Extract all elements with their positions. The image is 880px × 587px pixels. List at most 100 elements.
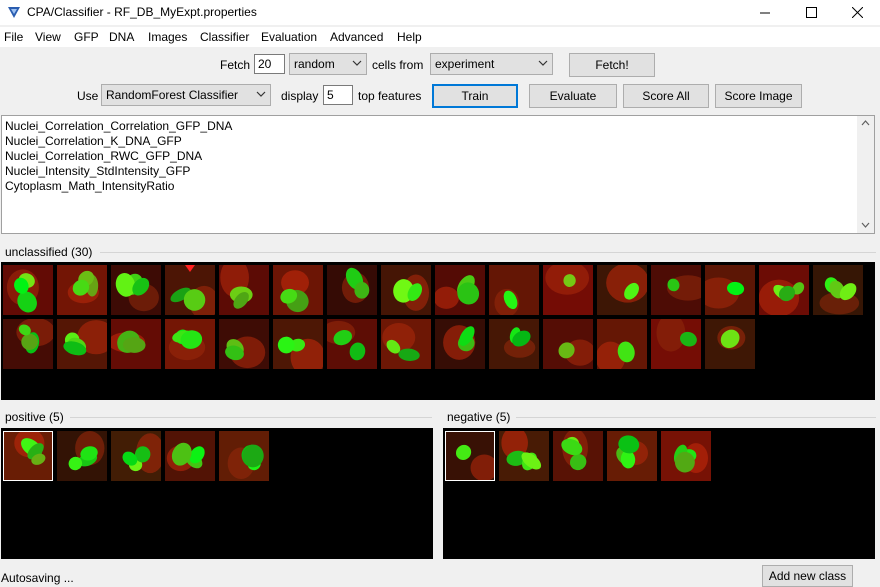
dropdown-arrow-icon: [256, 91, 266, 97]
unclassified-bin-label: unclassified (30): [5, 245, 93, 259]
minimize-button[interactable]: [742, 0, 788, 25]
cell-image: [219, 265, 269, 315]
cell-thumbnail[interactable]: [165, 265, 215, 315]
feature-item: Nuclei_Correlation_Correlation_GFP_DNA: [5, 119, 233, 133]
menu-dna[interactable]: DNA: [109, 30, 134, 44]
top-features-list[interactable]: Nuclei_Correlation_Correlation_GFP_DNA N…: [1, 115, 875, 234]
fetch-button[interactable]: Fetch!: [569, 53, 655, 77]
feature-item: Cytoplasm_Math_IntensityRatio: [5, 179, 175, 193]
cell-image: [499, 431, 549, 481]
menu-advanced[interactable]: Advanced: [330, 30, 383, 44]
cell-thumbnail[interactable]: [381, 265, 431, 315]
negative-bin[interactable]: [443, 428, 875, 559]
fetch-source-value: experiment: [435, 57, 495, 71]
cell-thumbnail[interactable]: [327, 319, 377, 369]
feature-item: Nuclei_Correlation_K_DNA_GFP: [5, 134, 182, 148]
cell-image: [165, 265, 215, 315]
menu-classifier[interactable]: Classifier: [200, 30, 249, 44]
cell-thumbnail[interactable]: [3, 431, 53, 481]
classifier-type-select[interactable]: RandomForest Classifier: [101, 84, 271, 106]
features-scrollbar[interactable]: [857, 116, 874, 233]
train-button[interactable]: Train: [432, 84, 518, 108]
cell-image: [111, 319, 161, 369]
menu-view[interactable]: View: [35, 30, 61, 44]
cell-image: [57, 265, 107, 315]
dropdown-arrow-icon: [538, 60, 548, 66]
cell-image: [3, 431, 53, 481]
cell-thumbnail[interactable]: [435, 265, 485, 315]
cell-thumbnail[interactable]: [219, 319, 269, 369]
cell-thumbnail[interactable]: [489, 265, 539, 315]
unclassified-bin[interactable]: [1, 262, 875, 400]
menu-help[interactable]: Help: [397, 30, 422, 44]
cell-thumbnail[interactable]: [705, 319, 755, 369]
cell-thumbnail[interactable]: [705, 265, 755, 315]
evaluate-button[interactable]: Evaluate: [529, 84, 617, 108]
top-features-label: top features: [358, 89, 422, 103]
cells-from-label: cells from: [372, 58, 424, 72]
cell-thumbnail[interactable]: [327, 265, 377, 315]
cell-image: [759, 265, 809, 315]
fetch-method-value: random: [294, 57, 335, 71]
maximize-icon: [805, 7, 817, 18]
cell-thumbnail[interactable]: [273, 265, 323, 315]
cell-image: [111, 265, 161, 315]
cell-thumbnail[interactable]: [165, 319, 215, 369]
cell-thumbnail[interactable]: [813, 265, 863, 315]
cell-thumbnail[interactable]: [57, 319, 107, 369]
score-all-button[interactable]: Score All: [623, 84, 709, 108]
cell-thumbnail[interactable]: [57, 431, 107, 481]
cell-thumbnail[interactable]: [111, 319, 161, 369]
cell-thumbnail[interactable]: [489, 319, 539, 369]
menu-file[interactable]: File: [4, 30, 23, 44]
cell-thumbnail[interactable]: [435, 319, 485, 369]
cell-image: [813, 265, 863, 315]
cell-thumbnail[interactable]: [111, 431, 161, 481]
cell-thumbnail[interactable]: [3, 265, 53, 315]
cell-thumbnail[interactable]: [597, 319, 647, 369]
cell-thumbnail[interactable]: [543, 265, 593, 315]
cell-thumbnail[interactable]: [661, 431, 711, 481]
positive-bin[interactable]: [1, 428, 433, 559]
menu-images[interactable]: Images: [148, 30, 187, 44]
cell-thumbnail[interactable]: [111, 265, 161, 315]
cell-thumbnail[interactable]: [759, 265, 809, 315]
cell-thumbnail[interactable]: [553, 431, 603, 481]
fetch-label: Fetch: [220, 58, 251, 72]
cell-thumbnail[interactable]: [381, 319, 431, 369]
menu-evaluation[interactable]: Evaluation: [261, 30, 317, 44]
app-icon: [8, 7, 20, 18]
cell-thumbnail[interactable]: [445, 431, 495, 481]
score-image-button[interactable]: Score Image: [715, 84, 802, 108]
maximize-button[interactable]: [788, 0, 834, 25]
cell-image: [273, 319, 323, 369]
cell-thumbnail[interactable]: [651, 319, 701, 369]
fetch-source-select[interactable]: experiment: [430, 53, 553, 75]
cell-image: [597, 265, 647, 315]
cell-image: [3, 265, 53, 315]
cell-thumbnail[interactable]: [607, 431, 657, 481]
cell-thumbnail[interactable]: [219, 431, 269, 481]
cell-thumbnail[interactable]: [597, 265, 647, 315]
cell-image: [489, 265, 539, 315]
menu-gfp[interactable]: GFP: [74, 30, 99, 44]
close-button[interactable]: [834, 0, 880, 25]
cell-image: [57, 431, 107, 481]
cell-thumbnail[interactable]: [499, 431, 549, 481]
fetch-method-select[interactable]: random: [289, 53, 367, 75]
cell-image: [489, 319, 539, 369]
cell-thumbnail[interactable]: [57, 265, 107, 315]
cell-thumbnail[interactable]: [165, 431, 215, 481]
cell-thumbnail[interactable]: [3, 319, 53, 369]
cell-image: [553, 431, 603, 481]
cell-thumbnail[interactable]: [543, 319, 593, 369]
cell-image: [543, 265, 593, 315]
divider: [516, 417, 876, 418]
display-count-input[interactable]: 5: [323, 85, 353, 105]
add-new-class-button[interactable]: Add new class: [762, 565, 853, 587]
fetch-count-input[interactable]: 20: [254, 54, 285, 74]
cell-thumbnail[interactable]: [219, 265, 269, 315]
cell-thumbnail[interactable]: [273, 319, 323, 369]
cell-thumbnail[interactable]: [651, 265, 701, 315]
feature-item: Nuclei_Correlation_RWC_GFP_DNA: [5, 149, 203, 163]
